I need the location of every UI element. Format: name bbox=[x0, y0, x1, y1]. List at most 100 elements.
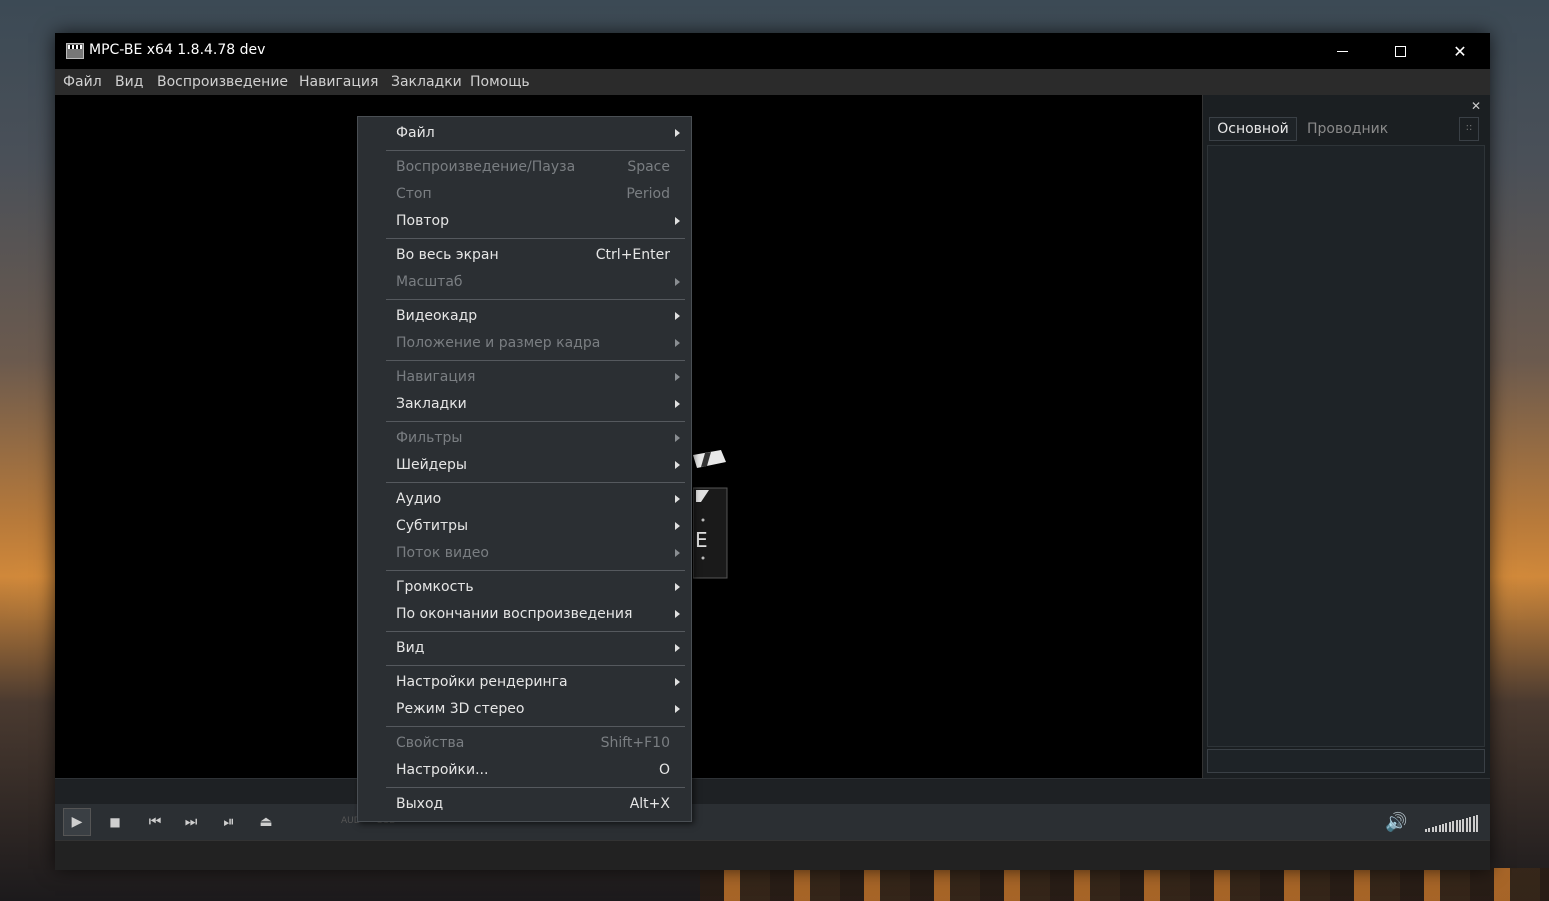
menu-separator bbox=[386, 665, 685, 666]
tab-grip-icon[interactable]: :: bbox=[1459, 117, 1479, 141]
context-menu-item[interactable]: Положение и размер кадра bbox=[358, 330, 691, 357]
menu-separator bbox=[386, 299, 685, 300]
frame-step-button[interactable]: ⏯ bbox=[215, 808, 243, 836]
volume-bar bbox=[1431, 827, 1434, 832]
context-menu-item[interactable]: Режим 3D стерео bbox=[358, 696, 691, 723]
previous-button[interactable]: ⏮ bbox=[141, 808, 169, 836]
submenu-arrow-icon bbox=[675, 278, 680, 286]
context-menu-item[interactable]: Масштаб bbox=[358, 269, 691, 296]
context-menu-item[interactable]: Настройки рендеринга bbox=[358, 669, 691, 696]
playlist-search-input[interactable] bbox=[1207, 749, 1485, 773]
context-menu-item-label: Навигация bbox=[396, 369, 476, 385]
menu-separator bbox=[386, 482, 685, 483]
menu-bookmarks[interactable]: Закладки bbox=[391, 74, 462, 90]
context-menu: Файл Воспроизведение/Пауза Space Стоп Period… bbox=[357, 116, 692, 822]
context-menu-item[interactable]: Вид bbox=[358, 635, 691, 662]
menu-separator bbox=[386, 631, 685, 632]
menu-file[interactable]: Файл bbox=[63, 74, 102, 90]
stop-icon: ■ bbox=[109, 815, 121, 829]
stop-button[interactable]: ■ bbox=[101, 808, 129, 836]
next-button[interactable]: ⏭ bbox=[177, 808, 205, 836]
context-menu-item[interactable]: Настройки... O bbox=[358, 757, 691, 784]
context-menu-item[interactable]: Воспроизведение/Пауза Space bbox=[358, 154, 691, 181]
submenu-arrow-icon bbox=[675, 373, 680, 381]
volume-bar bbox=[1428, 828, 1431, 832]
context-menu-item[interactable]: Повтор bbox=[358, 208, 691, 235]
context-menu-item-label: Выход bbox=[396, 796, 444, 812]
context-menu-item[interactable]: Поток видео bbox=[358, 540, 691, 567]
context-menu-item-shortcut: Space bbox=[627, 159, 670, 175]
context-menu-item[interactable]: Громкость bbox=[358, 574, 691, 601]
context-menu-item-label: Положение и размер кадра bbox=[396, 335, 601, 351]
minimize-button[interactable] bbox=[1313, 33, 1371, 69]
context-menu-item[interactable]: Фильтры bbox=[358, 425, 691, 452]
submenu-arrow-icon bbox=[675, 678, 680, 686]
menu-separator bbox=[386, 570, 685, 571]
context-menu-item[interactable]: По окончании воспроизведения bbox=[358, 601, 691, 628]
close-button[interactable]: ✕ bbox=[1431, 33, 1489, 69]
menu-navigation[interactable]: Навигация bbox=[299, 74, 378, 90]
volume-slider[interactable] bbox=[1425, 814, 1479, 832]
menu-bar: Файл Вид Воспроизведение Навигация Закла… bbox=[55, 69, 1490, 95]
mpc-be-window: MPC-BE x64 1.8.4.78 dev ✕ Файл Вид Воспр… bbox=[55, 33, 1490, 870]
tab-main[interactable]: Основной bbox=[1209, 117, 1297, 141]
control-bar: ▶ ■ ⏮ ⏭ ⏯ ⏏ AUD SUB 🔊 bbox=[55, 804, 1490, 840]
volume-bar bbox=[1465, 817, 1468, 832]
context-menu-item-shortcut: O bbox=[658, 762, 670, 778]
menu-playback[interactable]: Воспроизведение bbox=[157, 74, 288, 90]
maximize-button[interactable] bbox=[1371, 33, 1429, 69]
tab-explorer[interactable]: Проводник bbox=[1307, 117, 1388, 141]
context-menu-item[interactable]: Свойства Shift+F10 bbox=[358, 730, 691, 757]
context-menu-item[interactable]: Субтитры bbox=[358, 513, 691, 540]
speaker-icon[interactable]: 🔊 bbox=[1385, 812, 1407, 833]
volume-bar bbox=[1459, 819, 1461, 832]
title-bar[interactable]: MPC-BE x64 1.8.4.78 dev ✕ bbox=[55, 33, 1490, 69]
volume-bar bbox=[1472, 815, 1475, 832]
seek-bar[interactable] bbox=[55, 778, 1490, 805]
menu-separator bbox=[386, 150, 685, 151]
volume-bar bbox=[1435, 826, 1438, 832]
menu-separator bbox=[386, 238, 685, 239]
menu-view[interactable]: Вид bbox=[115, 74, 143, 90]
context-menu-item[interactable]: Аудио bbox=[358, 486, 691, 513]
context-menu-item[interactable]: Закладки bbox=[358, 391, 691, 418]
playlist-list[interactable] bbox=[1207, 145, 1485, 747]
volume-bar bbox=[1462, 818, 1465, 832]
side-panel: ✕ Основной Проводник :: bbox=[1202, 95, 1490, 778]
side-panel-close-icon[interactable]: ✕ bbox=[1471, 99, 1481, 113]
minimize-icon bbox=[1336, 50, 1348, 52]
context-menu-item-label: Масштаб bbox=[396, 274, 463, 290]
submenu-arrow-icon bbox=[675, 217, 680, 225]
context-menu-item[interactable]: Во весь экран Ctrl+Enter bbox=[358, 242, 691, 269]
play-icon: ▶ bbox=[71, 814, 83, 830]
context-menu-item[interactable]: Шейдеры bbox=[358, 452, 691, 479]
context-menu-item-shortcut: Period bbox=[626, 186, 670, 202]
context-menu-item-label: Режим 3D стерео bbox=[396, 701, 525, 717]
submenu-arrow-icon bbox=[675, 644, 680, 652]
context-menu-item-label: Вид bbox=[396, 640, 425, 656]
context-menu-item-label: Громкость bbox=[396, 579, 474, 595]
skip-forward-icon: ⏭ bbox=[184, 814, 198, 830]
context-menu-item-shortcut: Ctrl+Enter bbox=[595, 247, 670, 263]
context-menu-item[interactable]: Стоп Period bbox=[358, 181, 691, 208]
context-menu-item-label: Настройки... bbox=[396, 762, 489, 778]
context-menu-item-label: Во весь экран bbox=[396, 247, 499, 263]
volume-bar bbox=[1452, 821, 1455, 832]
play-button[interactable]: ▶ bbox=[63, 808, 91, 836]
context-menu-item-label: По окончании воспроизведения bbox=[396, 606, 633, 622]
context-menu-item[interactable]: Видеокадр bbox=[358, 303, 691, 330]
context-menu-item-label: Субтитры bbox=[396, 518, 469, 534]
menu-separator bbox=[386, 726, 685, 727]
context-menu-item-label: Шейдеры bbox=[396, 457, 467, 473]
context-menu-item[interactable]: Навигация bbox=[358, 364, 691, 391]
context-menu-item[interactable]: Выход Alt+X bbox=[358, 791, 691, 818]
desktop-background-lights bbox=[700, 868, 1549, 901]
submenu-arrow-icon bbox=[675, 400, 680, 408]
context-menu-item-shortcut: Shift+F10 bbox=[600, 735, 670, 751]
context-menu-item[interactable]: Файл bbox=[358, 120, 691, 147]
submenu-arrow-icon bbox=[675, 495, 680, 503]
menu-help[interactable]: Помощь bbox=[470, 74, 530, 90]
volume-bar bbox=[1455, 820, 1458, 832]
submenu-arrow-icon bbox=[675, 339, 680, 347]
eject-button[interactable]: ⏏ bbox=[252, 808, 280, 836]
